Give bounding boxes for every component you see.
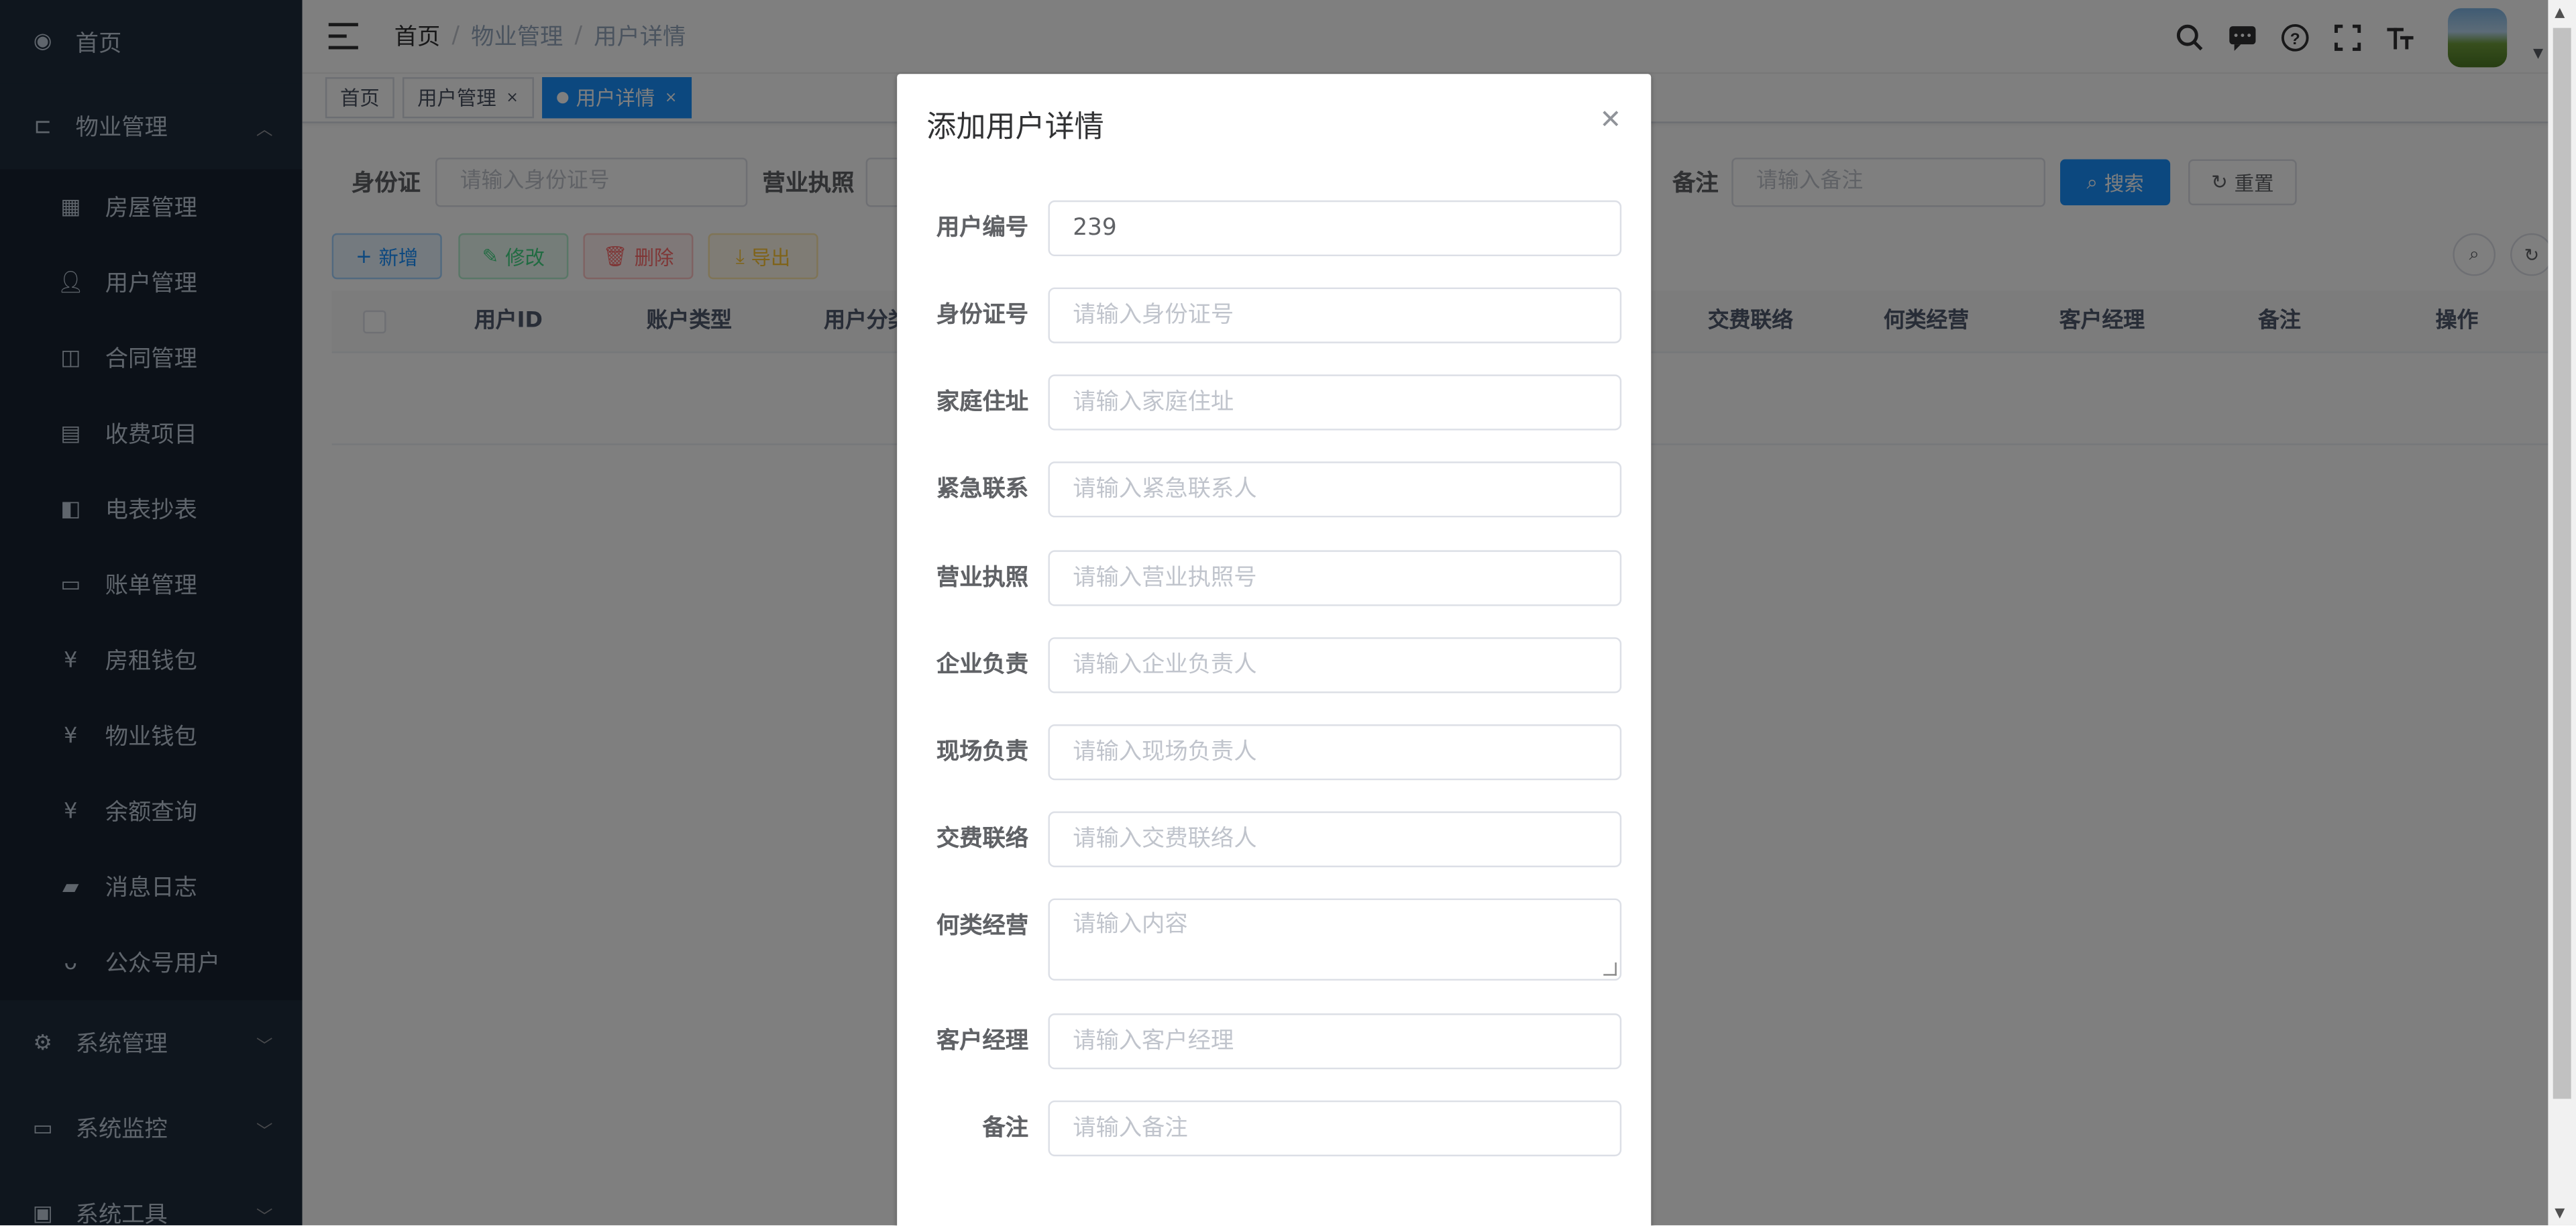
field-label: 交费联络	[936, 826, 1029, 853]
field-label: 何类经营	[936, 913, 1029, 940]
scrollbar-thumb[interactable]	[2553, 27, 2571, 1099]
user-no-input[interactable]: 239	[1048, 200, 1622, 257]
form-row-emergency: 紧急联系 请输入紧急联系人	[897, 461, 1651, 518]
enterprise-head-input[interactable]: 请输入企业负责人	[1048, 637, 1622, 693]
form-row-user-no: 用户编号 239	[897, 200, 1651, 257]
form-row-account-manager: 客户经理 请输入客户经理	[897, 1013, 1651, 1070]
site-head-input[interactable]: 请输入现场负责人	[1048, 724, 1622, 781]
field-label: 身份证号	[936, 302, 1029, 329]
id-card-input[interactable]: 请输入身份证号	[1048, 287, 1622, 343]
remark-input[interactable]: 请输入备注	[1048, 1100, 1622, 1157]
field-label: 紧急联系	[936, 476, 1029, 503]
field-label: 用户编号	[936, 215, 1029, 242]
close-icon[interactable]: ✕	[1599, 103, 1621, 135]
field-label: 营业执照	[936, 565, 1029, 592]
add-user-detail-dialog: 添加用户详情 ✕ 用户编号 239 身份证号 请输入身份证号 家庭住址 请输入家…	[897, 74, 1652, 1226]
payment-contact-input[interactable]: 请输入交费联络人	[1048, 811, 1622, 868]
license-input[interactable]: 请输入营业执照号	[1048, 550, 1622, 606]
account-manager-input[interactable]: 请输入客户经理	[1048, 1013, 1622, 1070]
form-row-license: 营业执照 请输入营业执照号	[897, 550, 1651, 606]
field-label: 备注	[982, 1115, 1029, 1142]
address-input[interactable]: 请输入家庭住址	[1048, 374, 1622, 431]
form-row-remark: 备注 请输入备注	[897, 1100, 1651, 1157]
form-row-site-head: 现场负责 请输入现场负责人	[897, 724, 1651, 781]
emergency-contact-input[interactable]: 请输入紧急联系人	[1048, 461, 1622, 518]
scroll-up-icon[interactable]: ▲	[2555, 5, 2565, 19]
scroll-down-icon[interactable]: ▼	[2555, 1206, 2565, 1221]
form-row-id-card: 身份证号 请输入身份证号	[897, 287, 1651, 343]
form-row-enterprise-head: 企业负责 请输入企业负责人	[897, 637, 1651, 693]
form-row-address: 家庭住址 请输入家庭住址	[897, 374, 1651, 431]
resize-handle-icon[interactable]	[1603, 962, 1617, 976]
field-label: 家庭住址	[936, 389, 1029, 416]
field-label: 现场负责	[936, 739, 1029, 766]
field-label: 企业负责	[936, 652, 1029, 679]
form-row-business-type: 何类经营 请输入内容	[897, 898, 1651, 981]
business-type-textarea[interactable]: 请输入内容	[1048, 898, 1622, 981]
textarea-placeholder: 请输入内容	[1073, 911, 1188, 938]
field-label: 客户经理	[936, 1028, 1029, 1055]
vertical-scrollbar[interactable]: ▲ ▼	[2548, 0, 2576, 1225]
form-row-payment-contact: 交费联络 请输入交费联络人	[897, 811, 1651, 868]
dialog-title: 添加用户详情	[926, 110, 1104, 145]
